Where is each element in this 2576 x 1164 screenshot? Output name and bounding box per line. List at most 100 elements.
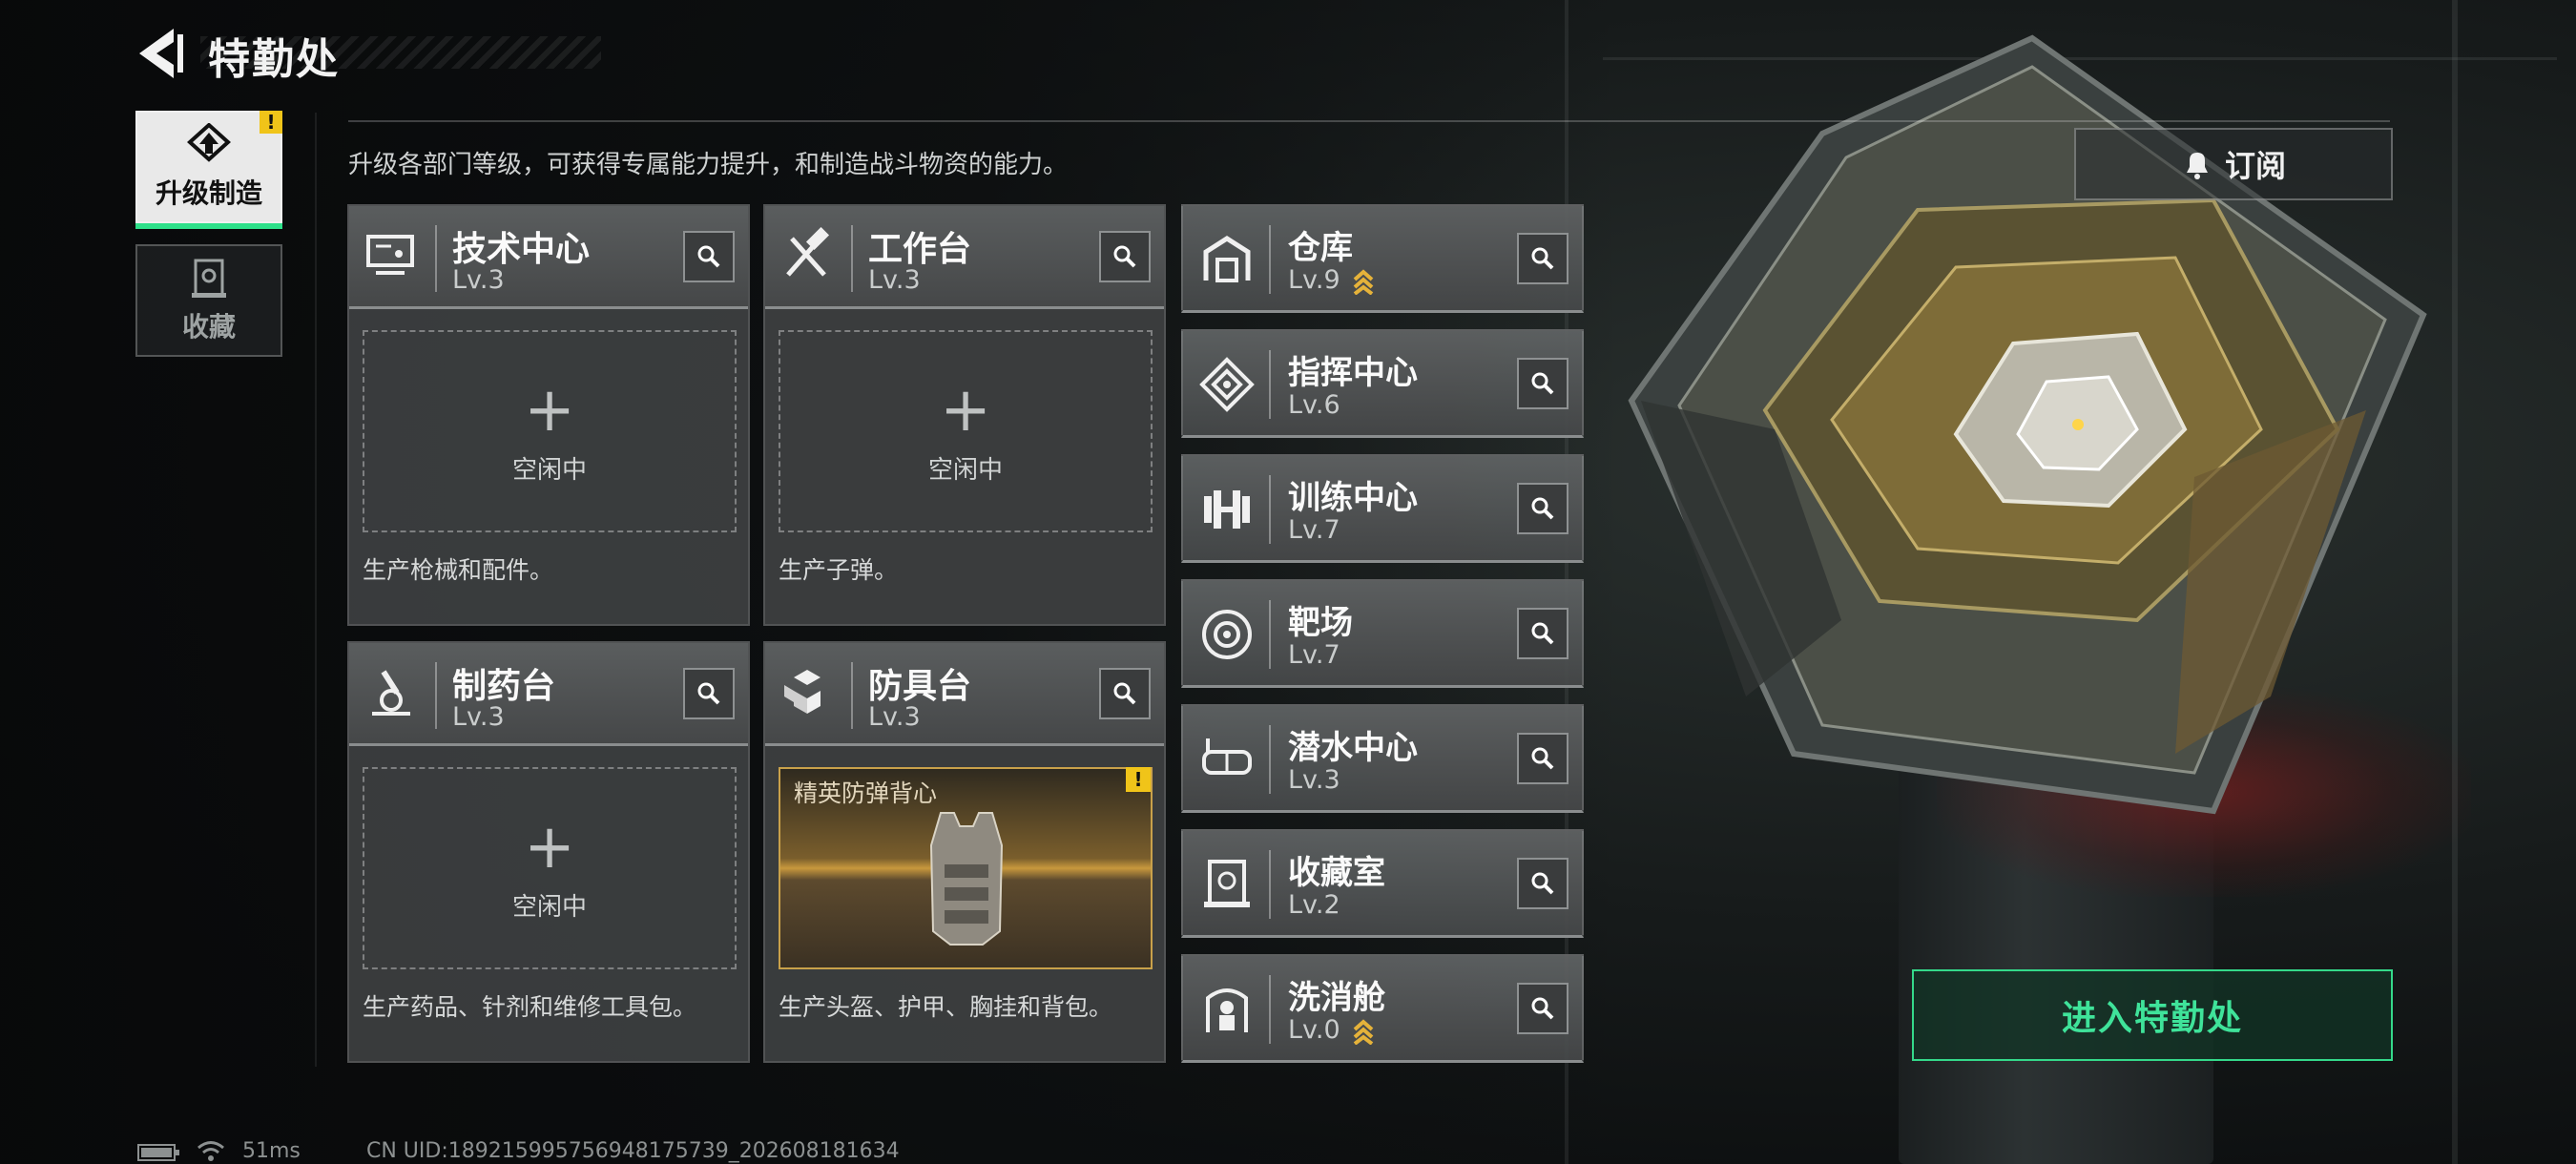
facility-level: Lv.3 [868, 702, 921, 732]
plus-icon: + [524, 375, 575, 446]
subscribe-label: 订阅 [2224, 148, 2286, 184]
craft-slot[interactable]: + 空闲中 [363, 330, 737, 532]
facility-card-armor-bench: 防具台 Lv.3 精英防弹背心 ! 生产头盔、护甲、胸挂和背包。 [763, 641, 1166, 1063]
armor-blocks-icon [784, 670, 821, 714]
slot-status: 空闲中 [927, 456, 1003, 485]
search-button[interactable] [1517, 858, 1568, 909]
department-decon-chamber[interactable]: 洗消舱 Lv.0 [1181, 954, 1584, 1063]
upgrade-gear-icon [187, 123, 231, 162]
search-button[interactable] [1517, 983, 1568, 1034]
facility-header: 制药台 Lv.3 [349, 643, 748, 746]
warehouse-icon [1203, 236, 1251, 282]
department-level: Lv.7 [1288, 640, 1340, 670]
department-name: 指挥中心 [1288, 354, 1418, 392]
collection-case-icon [192, 259, 226, 298]
department-name: 洗消舱 [1288, 979, 1385, 1017]
search-icon [1113, 245, 1136, 268]
header-divider [851, 662, 853, 729]
facility-header: 工作台 Lv.3 [765, 206, 1164, 309]
department-training-center[interactable]: 训练中心 Lv.7 [1181, 454, 1584, 563]
dumbbell-icon [1204, 490, 1250, 529]
sidebar-divider [315, 113, 317, 1067]
facility-level: Lv.3 [452, 265, 505, 295]
search-icon [1531, 372, 1554, 395]
department-name: 潜水中心 [1288, 729, 1418, 767]
search-button[interactable] [1517, 233, 1568, 284]
search-icon [1531, 497, 1554, 520]
department-level: Lv.6 [1288, 390, 1340, 420]
battery-icon [137, 1144, 179, 1161]
body-armor-vest-icon [929, 812, 1004, 946]
facility-level: Lv.3 [868, 265, 921, 295]
tab-label: 收藏 [181, 311, 236, 343]
tab-alert-badge: ! [260, 111, 282, 134]
facility-name: 技术中心 [452, 230, 591, 269]
microscope-icon [372, 670, 410, 716]
department-name: 训练中心 [1288, 479, 1418, 517]
back-button[interactable] [132, 27, 189, 80]
department-name: 收藏室 [1288, 854, 1385, 892]
header-divider [348, 120, 2390, 122]
department-level-row: Lv.9 [1288, 265, 1375, 295]
department-level: Lv.3 [1288, 765, 1340, 795]
search-icon [1531, 622, 1554, 645]
department-warehouse[interactable]: 仓库 Lv.9 [1181, 204, 1584, 313]
subscribe-button[interactable]: 订阅 [2074, 128, 2393, 200]
item-name: 精英防弹背心 [794, 779, 938, 807]
upgrade-available-icon [1353, 1018, 1374, 1045]
hammer-wrench-icon [786, 227, 830, 277]
search-icon [1531, 747, 1554, 770]
search-button[interactable] [1517, 733, 1568, 784]
search-button[interactable] [1517, 483, 1568, 534]
facility-header: 防具台 Lv.3 [765, 643, 1164, 746]
department-level: Lv.0 [1288, 1015, 1340, 1045]
search-button[interactable] [683, 668, 735, 719]
craft-slot[interactable]: + 空闲中 [779, 330, 1153, 532]
department-name: 靶场 [1288, 604, 1353, 642]
collection-icon [1204, 860, 1250, 907]
craft-slot[interactable]: + 空闲中 [363, 767, 737, 969]
header-divider [1269, 850, 1271, 919]
upgrade-available-icon [1353, 268, 1374, 295]
search-icon [1531, 872, 1554, 895]
department-shooting-range[interactable]: 靶场 Lv.7 [1181, 579, 1584, 688]
bell-icon [2186, 153, 2208, 179]
department-level: Lv.2 [1288, 890, 1340, 920]
enter-special-ops-button[interactable]: 进入特勤处 [1912, 969, 2393, 1061]
search-icon [1113, 682, 1136, 705]
crafted-item-slot[interactable]: 精英防弹背心 ! [779, 767, 1153, 969]
search-button[interactable] [1099, 231, 1151, 282]
slot-status: 空闲中 [511, 456, 587, 485]
facility-level: Lv.3 [452, 702, 505, 732]
diving-mask-icon [1202, 738, 1252, 775]
facility-description: 生产头盔、护甲、胸挂和背包。 [779, 993, 1113, 1021]
page-subtitle: 升级各部门等级，可获得专属能力提升，和制造战斗物资的能力。 [348, 151, 1069, 179]
page-title: 特勤处 [208, 35, 340, 84]
department-command-center[interactable]: 指挥中心 Lv.6 [1181, 329, 1584, 438]
search-button[interactable] [683, 231, 735, 282]
header-divider [435, 225, 437, 292]
header-divider [851, 225, 853, 292]
header-divider [1269, 350, 1271, 419]
search-button[interactable] [1517, 608, 1568, 659]
search-button[interactable] [1517, 358, 1568, 409]
plus-icon: + [940, 375, 991, 446]
department-level-row: Lv.0 [1288, 1015, 1375, 1045]
search-button[interactable] [1099, 668, 1151, 719]
facility-description: 生产枪械和配件。 [363, 556, 554, 584]
facility-header: 技术中心 Lv.3 [349, 206, 748, 309]
department-level: Lv.7 [1288, 515, 1340, 545]
search-icon [1531, 997, 1554, 1020]
department-name: 仓库 [1288, 229, 1353, 267]
department-collection-room[interactable]: 收藏室 Lv.2 [1181, 829, 1584, 938]
user-uid: CN UID:18921599575694817573​9_2026081816… [366, 1139, 900, 1163]
tab-upgrade-craft[interactable]: 升级制造 ! [135, 111, 282, 229]
back-arrow-icon [139, 29, 183, 78]
search-icon [697, 682, 720, 705]
header-divider [1269, 725, 1271, 794]
ping-display: 51ms [242, 1139, 301, 1163]
tab-collection[interactable]: 收藏 [135, 244, 282, 357]
item-alert-badge: ! [1126, 767, 1151, 792]
target-icon [1202, 610, 1252, 659]
department-diving-center[interactable]: 潜水中心 Lv.3 [1181, 704, 1584, 813]
